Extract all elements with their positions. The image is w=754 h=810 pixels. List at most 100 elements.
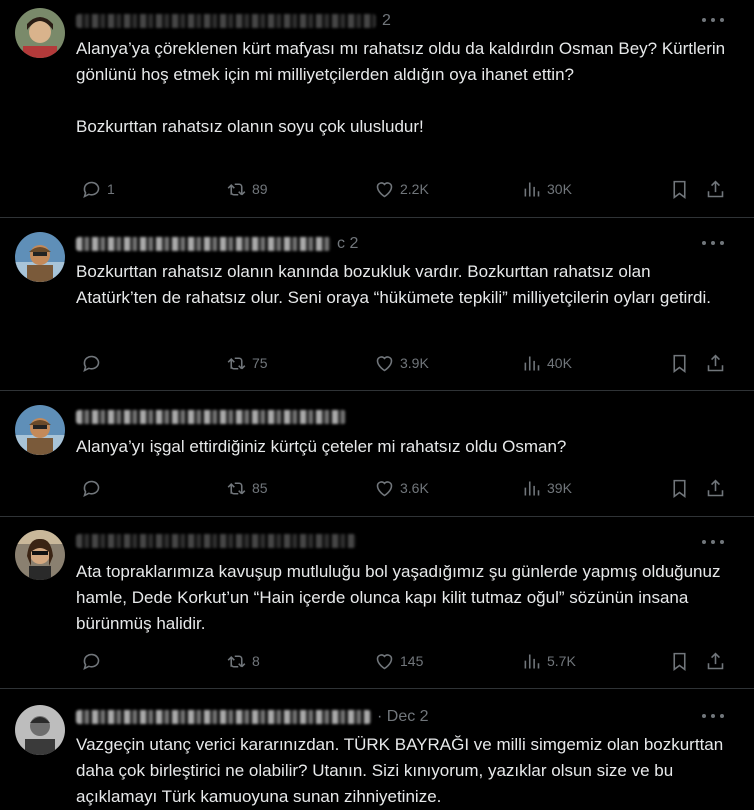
tweet[interactable]: Ata topraklarımıza kavuşup mutluluğu bol… bbox=[0, 517, 754, 689]
author-name-redacted[interactable] bbox=[76, 237, 331, 251]
analytics-icon bbox=[521, 651, 542, 672]
share-icon bbox=[705, 353, 726, 374]
tweet-actions: 85 3.6K 39K bbox=[76, 477, 726, 499]
views-button[interactable]: 5.7K bbox=[516, 650, 576, 672]
tweet-date[interactable]: c 2 bbox=[337, 235, 358, 253]
share-icon bbox=[705, 478, 726, 499]
reply-button[interactable] bbox=[76, 352, 107, 374]
analytics-icon bbox=[521, 478, 542, 499]
like-count: 145 bbox=[400, 653, 424, 669]
tweet-date[interactable]: · Dec 2 bbox=[377, 708, 429, 726]
more-options-icon[interactable] bbox=[702, 532, 724, 552]
reply-button[interactable]: 1 bbox=[76, 178, 115, 200]
tweet-date[interactable]: 2 bbox=[382, 12, 391, 30]
retweet-icon bbox=[226, 651, 247, 672]
share-icon bbox=[705, 651, 726, 672]
retweet-button[interactable]: 89 bbox=[221, 178, 268, 200]
avatar[interactable] bbox=[15, 705, 65, 755]
tweet-text: Alanya’yı işgal ettirdiğiniz kürtçü çete… bbox=[76, 434, 726, 460]
tweet-text-paragraph: Alanya’yı işgal ettirdiğiniz kürtçü çete… bbox=[76, 437, 567, 456]
like-count: 3.6K bbox=[400, 480, 429, 496]
bookmark-button[interactable] bbox=[664, 352, 690, 374]
tweet-text-paragraph: Bozkurttan rahatsız olanın kanında bozuk… bbox=[76, 262, 711, 307]
view-count: 5.7K bbox=[547, 653, 576, 669]
like-button[interactable]: 145 bbox=[369, 650, 423, 672]
like-count: 2.2K bbox=[400, 181, 429, 197]
retweet-button[interactable]: 75 bbox=[221, 352, 268, 374]
share-button[interactable] bbox=[700, 178, 726, 200]
retweet-button[interactable]: 8 bbox=[221, 650, 260, 672]
heart-icon bbox=[374, 179, 395, 200]
author-name-redacted[interactable] bbox=[76, 534, 356, 548]
tweet-text-paragraph: Alanya’ya çöreklenen kürt mafyası mı rah… bbox=[76, 39, 726, 84]
tweet-header bbox=[76, 406, 352, 428]
share-button[interactable] bbox=[700, 477, 726, 499]
avatar[interactable] bbox=[15, 8, 65, 58]
retweet-icon bbox=[226, 179, 247, 200]
tweet-text: Ata topraklarımıza kavuşup mutluluğu bol… bbox=[76, 559, 726, 637]
tweet-text: Alanya’ya çöreklenen kürt mafyası mı rah… bbox=[76, 36, 726, 140]
bookmark-icon bbox=[669, 478, 690, 499]
tweet-actions: 75 3.9K 40K bbox=[76, 352, 726, 374]
view-count: 39K bbox=[547, 480, 572, 496]
heart-icon bbox=[374, 651, 395, 672]
reply-icon bbox=[81, 478, 102, 499]
author-name-redacted[interactable] bbox=[76, 710, 371, 724]
reply-button[interactable] bbox=[76, 650, 107, 672]
tweet[interactable]: Alanya’yı işgal ettirdiğiniz kürtçü çete… bbox=[0, 391, 754, 517]
bookmark-icon bbox=[669, 651, 690, 672]
tweet-text: Vazgeçin utanç verici kararınızdan. TÜRK… bbox=[76, 732, 726, 810]
share-icon bbox=[705, 179, 726, 200]
tweet-text-paragraph: Ata topraklarımıza kavuşup mutluluğu bol… bbox=[76, 562, 721, 633]
avatar[interactable] bbox=[15, 530, 65, 580]
views-button[interactable]: 30K bbox=[516, 178, 572, 200]
analytics-icon bbox=[521, 353, 542, 374]
retweet-count: 75 bbox=[252, 355, 268, 371]
reply-icon bbox=[81, 353, 102, 374]
retweet-count: 89 bbox=[252, 181, 268, 197]
retweet-icon bbox=[226, 353, 247, 374]
bookmark-button[interactable] bbox=[664, 650, 690, 672]
bookmark-button[interactable] bbox=[664, 477, 690, 499]
views-button[interactable]: 39K bbox=[516, 477, 572, 499]
tweet-actions: 8 145 5.7K bbox=[76, 650, 726, 672]
tweet[interactable]: 2 Alanya’ya çöreklenen kürt mafyası mı r… bbox=[0, 0, 754, 218]
heart-icon bbox=[374, 478, 395, 499]
views-button[interactable]: 40K bbox=[516, 352, 572, 374]
tweet-header bbox=[76, 530, 362, 552]
tweet-header: 2 bbox=[76, 10, 391, 32]
reply-count: 1 bbox=[107, 181, 115, 197]
share-button[interactable] bbox=[700, 352, 726, 374]
retweet-icon bbox=[226, 478, 247, 499]
bookmark-icon bbox=[669, 353, 690, 374]
share-button[interactable] bbox=[700, 650, 726, 672]
reply-icon bbox=[81, 179, 102, 200]
like-count: 3.9K bbox=[400, 355, 429, 371]
tweet-text-paragraph: Bozkurttan rahatsız olanın soyu çok ulus… bbox=[76, 117, 424, 136]
timeline-feed: 2 Alanya’ya çöreklenen kürt mafyası mı r… bbox=[0, 0, 754, 810]
tweet-text: Bozkurttan rahatsız olanın kanında bozuk… bbox=[76, 259, 726, 311]
tweet-text-paragraph: Vazgeçin utanç verici kararınızdan. TÜRK… bbox=[76, 735, 724, 806]
retweet-count: 8 bbox=[252, 653, 260, 669]
more-options-icon[interactable] bbox=[702, 10, 724, 30]
like-button[interactable]: 3.6K bbox=[369, 477, 429, 499]
avatar[interactable] bbox=[15, 232, 65, 282]
author-name-redacted[interactable] bbox=[76, 14, 376, 28]
author-name-redacted[interactable] bbox=[76, 410, 346, 424]
reply-icon bbox=[81, 651, 102, 672]
tweet[interactable]: c 2 Bozkurttan rahatsız olanın kanında b… bbox=[0, 218, 754, 391]
tweet-actions: 1 89 2.2K 30K bbox=[76, 178, 726, 200]
more-options-icon[interactable] bbox=[702, 706, 724, 726]
more-options-icon[interactable] bbox=[702, 233, 724, 253]
like-button[interactable]: 2.2K bbox=[369, 178, 429, 200]
reply-button[interactable] bbox=[76, 477, 107, 499]
like-button[interactable]: 3.9K bbox=[369, 352, 429, 374]
retweet-count: 85 bbox=[252, 480, 268, 496]
bookmark-icon bbox=[669, 179, 690, 200]
tweet[interactable]: · Dec 2 Vazgeçin utanç verici kararınızd… bbox=[0, 689, 754, 810]
retweet-button[interactable]: 85 bbox=[221, 477, 268, 499]
avatar[interactable] bbox=[15, 405, 65, 455]
tweet-header: · Dec 2 bbox=[76, 706, 429, 728]
view-count: 30K bbox=[547, 181, 572, 197]
bookmark-button[interactable] bbox=[664, 178, 690, 200]
